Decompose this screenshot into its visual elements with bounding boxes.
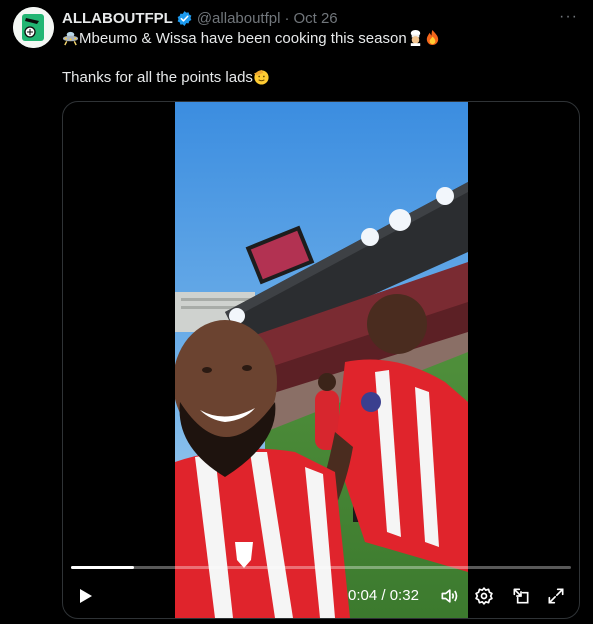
tweet-text-line-2: Thanks for all the points lads (62, 68, 270, 88)
author-name[interactable]: ALLABOUTFPL (62, 10, 173, 27)
current-time: 0:04 (348, 587, 378, 604)
video-controls: 0:04 / 0:32 (63, 582, 579, 610)
tweet-text-1: Mbeumo & Wissa have been cooking this se… (79, 30, 407, 47)
cook-emoji-icon (407, 29, 424, 46)
fullscreen-icon[interactable] (544, 584, 568, 608)
tweet-text-line-1: Mbeumo & Wissa have been cooking this se… (62, 29, 441, 49)
video-progress-fill (71, 566, 134, 569)
volume-icon[interactable] (437, 584, 461, 608)
picture-in-picture-icon[interactable] (509, 584, 533, 608)
post-header: ALLABOUTFPL @allaboutfpl · Oct 26 (62, 8, 338, 28)
video-player[interactable]: 0:04 / 0:32 (62, 101, 580, 619)
play-icon[interactable] (73, 584, 97, 608)
author-avatar[interactable] (13, 7, 54, 48)
time-separator: / (381, 587, 386, 604)
ufo-emoji-icon (62, 29, 79, 46)
duration: 0:32 (389, 587, 419, 604)
separator-dot: · (284, 9, 290, 27)
video-frame[interactable] (175, 102, 468, 618)
video-time: 0:04 / 0:32 (348, 587, 419, 604)
video-progress-bar[interactable] (71, 566, 571, 569)
more-options-icon[interactable]: ··· (559, 8, 578, 26)
fire-emoji-icon (424, 29, 441, 46)
tweet-text-2: Thanks for all the points lads (62, 69, 253, 86)
author-handle[interactable]: @allaboutfpl (197, 10, 281, 27)
post-date[interactable]: Oct 26 (293, 10, 337, 27)
settings-gear-icon[interactable] (472, 584, 496, 608)
verified-badge-icon[interactable] (176, 10, 193, 27)
saluting-face-emoji-icon (253, 68, 270, 85)
